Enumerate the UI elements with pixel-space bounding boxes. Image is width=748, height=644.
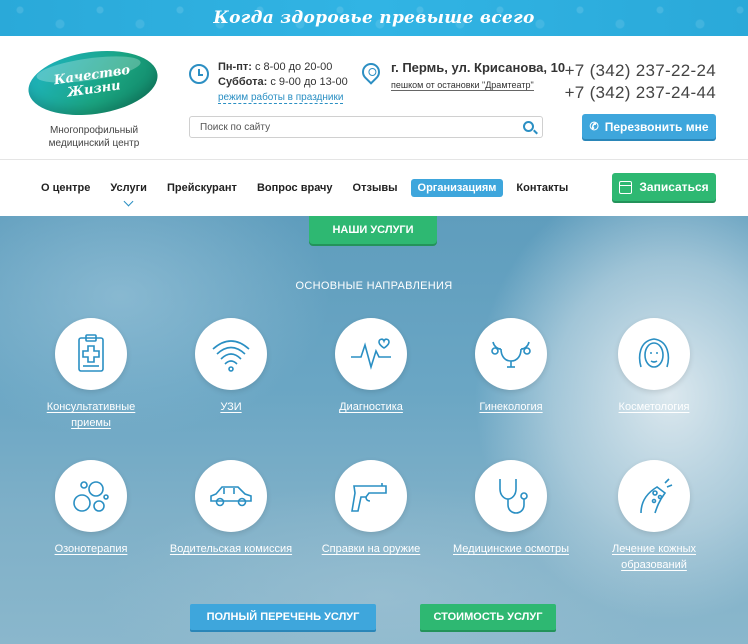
service-medical-exams[interactable]: Медицинские осмотры — [446, 460, 576, 557]
nav-item-reviews[interactable]: Отзывы — [346, 179, 405, 197]
heartbeat-icon — [351, 338, 391, 370]
service-skin-lesions[interactable]: Лечение кожных образований — [589, 460, 719, 573]
woman-face-icon — [638, 338, 670, 368]
nav-item-contacts[interactable]: Контакты — [509, 179, 575, 197]
nav-item-services[interactable]: Услуги — [103, 179, 154, 207]
search-input[interactable] — [190, 117, 510, 138]
phones: +7 (342) 237-22-24 +7 (342) 237-24-44 — [565, 60, 716, 104]
service-ultrasound[interactable]: УЗИ — [166, 318, 296, 415]
service-diagnostics[interactable]: Диагностика — [306, 318, 436, 415]
search-icon[interactable] — [523, 121, 534, 132]
phone-1[interactable]: +7 (342) 237-22-24 — [565, 60, 716, 82]
phone-2[interactable]: +7 (342) 237-24-44 — [565, 82, 716, 104]
nav-item-organizations[interactable]: Организациям — [410, 179, 504, 197]
uterus-icon — [491, 341, 531, 368]
nav-item-pricelist[interactable]: Прейскурант — [160, 179, 244, 197]
service-cosmetology[interactable]: Косметология — [589, 318, 719, 415]
callback-button[interactable]: ✆ Перезвонить мне — [582, 114, 716, 139]
main-directions-heading: ОСНОВНЫЕ НАПРАВЛЕНИЯ — [295, 280, 453, 292]
service-label[interactable]: Справки на оружие — [306, 541, 436, 557]
service-label[interactable]: Медицинские осмотры — [446, 541, 576, 557]
address-directions-link[interactable]: пешком от остановки "Драмтеатр" — [391, 80, 534, 91]
top-banner: Когда здоровье превыше всего — [0, 0, 748, 36]
search-box — [189, 116, 543, 138]
chevron-down-icon — [123, 196, 134, 207]
holidays-hours-link[interactable]: режим работы в праздники — [218, 92, 344, 104]
logo[interactable]: Качество Жизни Многопрофильный медицинск… — [24, 43, 162, 150]
service-label[interactable]: Водительская комиссия — [166, 541, 296, 557]
our-services-tab[interactable]: НАШИ УСЛУГИ — [309, 216, 437, 244]
services-hero: НАШИ УСЛУГИ ОСНОВНЫЕ НАПРАВЛЕНИЯ Консуль… — [0, 216, 748, 644]
service-weapon-certificates[interactable]: Справки на оружие — [306, 460, 436, 557]
service-consultations[interactable]: Консультативные приемы — [26, 318, 156, 431]
map-pin-icon — [358, 59, 384, 85]
working-hours: Пн-пт: с 8-00 до 20-00 Суббота: с 9-00 д… — [189, 60, 348, 105]
service-label[interactable]: Озонотерапия — [26, 541, 156, 557]
signup-button[interactable]: Записаться — [612, 173, 716, 201]
main-nav: О центре Услуги Прейскурант Вопрос врачу… — [0, 160, 748, 216]
ozone-bubbles-icon — [73, 481, 109, 512]
skin-mole-icon — [640, 478, 673, 514]
service-label[interactable]: Косметология — [589, 399, 719, 415]
logo-subtitle: Многопрофильный медицинский центр — [48, 125, 140, 149]
logo-emblem[interactable]: Качество Жизни — [24, 43, 162, 123]
ultrasound-waves-icon — [212, 340, 250, 372]
pistol-icon — [351, 483, 387, 512]
service-gynecology[interactable]: Гинекология — [446, 318, 576, 415]
slogan: Когда здоровье превыше всего — [213, 8, 535, 28]
phone-icon: ✆ — [589, 121, 599, 133]
clipboard-medical-icon — [78, 334, 104, 372]
full-services-list-button[interactable]: ПОЛНЫЙ ПЕРЕЧЕНЬ УСЛУГ — [190, 604, 376, 630]
address-main: г. Пермь, ул. Крисанова, 10 — [391, 60, 566, 75]
stethoscope-icon — [499, 479, 528, 514]
calendar-icon — [619, 180, 633, 194]
service-driver-commission[interactable]: Водительская комиссия — [166, 460, 296, 557]
service-label[interactable]: Консультативные приемы — [26, 399, 156, 431]
clock-icon — [189, 64, 209, 84]
nav-item-ask-doctor[interactable]: Вопрос врачу — [250, 179, 340, 197]
service-label[interactable]: Гинекология — [446, 399, 576, 415]
service-label[interactable]: УЗИ — [166, 399, 296, 415]
services-prices-button[interactable]: СТОИМОСТЬ УСЛУГ — [420, 604, 556, 630]
service-label[interactable]: Лечение кожных образований — [589, 541, 719, 573]
address-block: г. Пермь, ул. Крисанова, 10 пешком от ос… — [358, 59, 566, 93]
service-label[interactable]: Диагностика — [306, 399, 436, 415]
nav-item-about[interactable]: О центре — [34, 179, 97, 197]
site-header: Качество Жизни Многопрофильный медицинск… — [0, 36, 748, 160]
callback-label: Перезвонить мне — [604, 119, 709, 134]
service-ozone-therapy[interactable]: Озонотерапия — [26, 460, 156, 557]
car-icon — [210, 486, 252, 507]
